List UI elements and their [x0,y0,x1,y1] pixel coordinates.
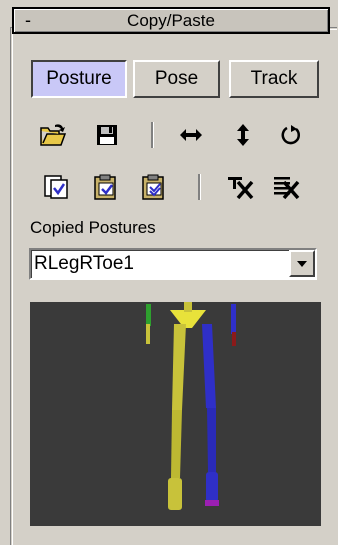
open-folder-icon[interactable] [38,120,68,150]
right-arm-bone [231,304,236,334]
copy-posture-icon[interactable] [41,172,71,202]
dropdown-selected-value: RLegRToe1 [34,253,135,274]
paste-opposite-icon[interactable] [139,172,169,202]
right-toe-bone [205,500,219,506]
rollout-title: Copy/Paste [127,11,215,30]
rotate-icon[interactable] [276,120,306,150]
left-foot-bone [168,478,182,510]
left-arm-bone [146,304,151,326]
left-thigh-bone [172,324,186,410]
rollout-header[interactable]: - Copy/Paste [12,7,330,34]
delete-all-icon[interactable] [272,172,302,202]
mirror-vertical-icon[interactable] [228,120,258,150]
right-thigh-bone [202,324,216,408]
tab-posture[interactable]: Posture [31,60,127,98]
tab-pose[interactable]: Pose [133,60,220,98]
tab-track[interactable]: Track [229,60,319,98]
right-hand-bone [232,332,236,346]
right-foot-bone [206,472,218,502]
left-calf-bone [171,410,182,478]
mirror-horizontal-icon[interactable] [176,120,206,150]
right-calf-bone [207,408,216,472]
toolbar-separator [151,122,154,148]
dropdown-arrow-button[interactable] [289,250,315,277]
posture-preview-viewport[interactable] [30,302,321,526]
left-hand-bone [146,324,150,344]
delete-selected-icon[interactable] [226,172,256,202]
copied-postures-label: Copied Postures [30,218,156,237]
toolbar-separator [198,174,201,200]
paste-posture-icon[interactable] [91,172,121,202]
chevron-down-icon [297,260,307,267]
copied-postures-dropdown[interactable]: RLegRToe1 [29,248,317,280]
save-disk-icon[interactable] [92,120,122,150]
